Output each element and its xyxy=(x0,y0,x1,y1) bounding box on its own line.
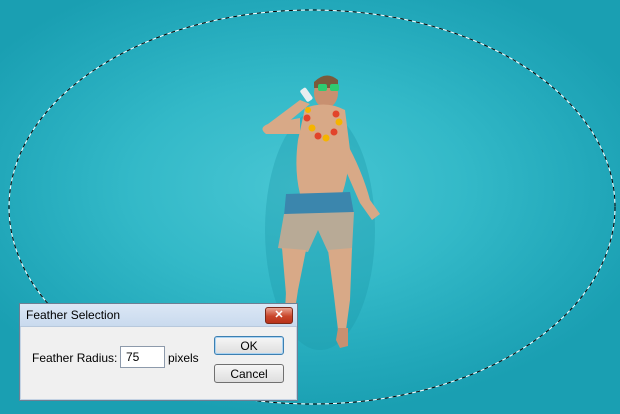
cancel-button[interactable]: Cancel xyxy=(214,364,284,383)
unit-label: pixels xyxy=(168,351,199,365)
feather-selection-dialog: Feather Selection ✕ Feather Radius: pixe… xyxy=(19,303,298,401)
close-icon: ✕ xyxy=(274,309,284,321)
ok-button[interactable]: OK xyxy=(214,336,284,355)
feather-radius-label: Feather Radius: xyxy=(32,351,118,365)
dialog-title: Feather Selection xyxy=(26,308,121,322)
dialog-titlebar[interactable]: Feather Selection ✕ xyxy=(20,304,297,327)
feather-radius-input[interactable] xyxy=(120,346,165,368)
close-button[interactable]: ✕ xyxy=(265,307,293,324)
